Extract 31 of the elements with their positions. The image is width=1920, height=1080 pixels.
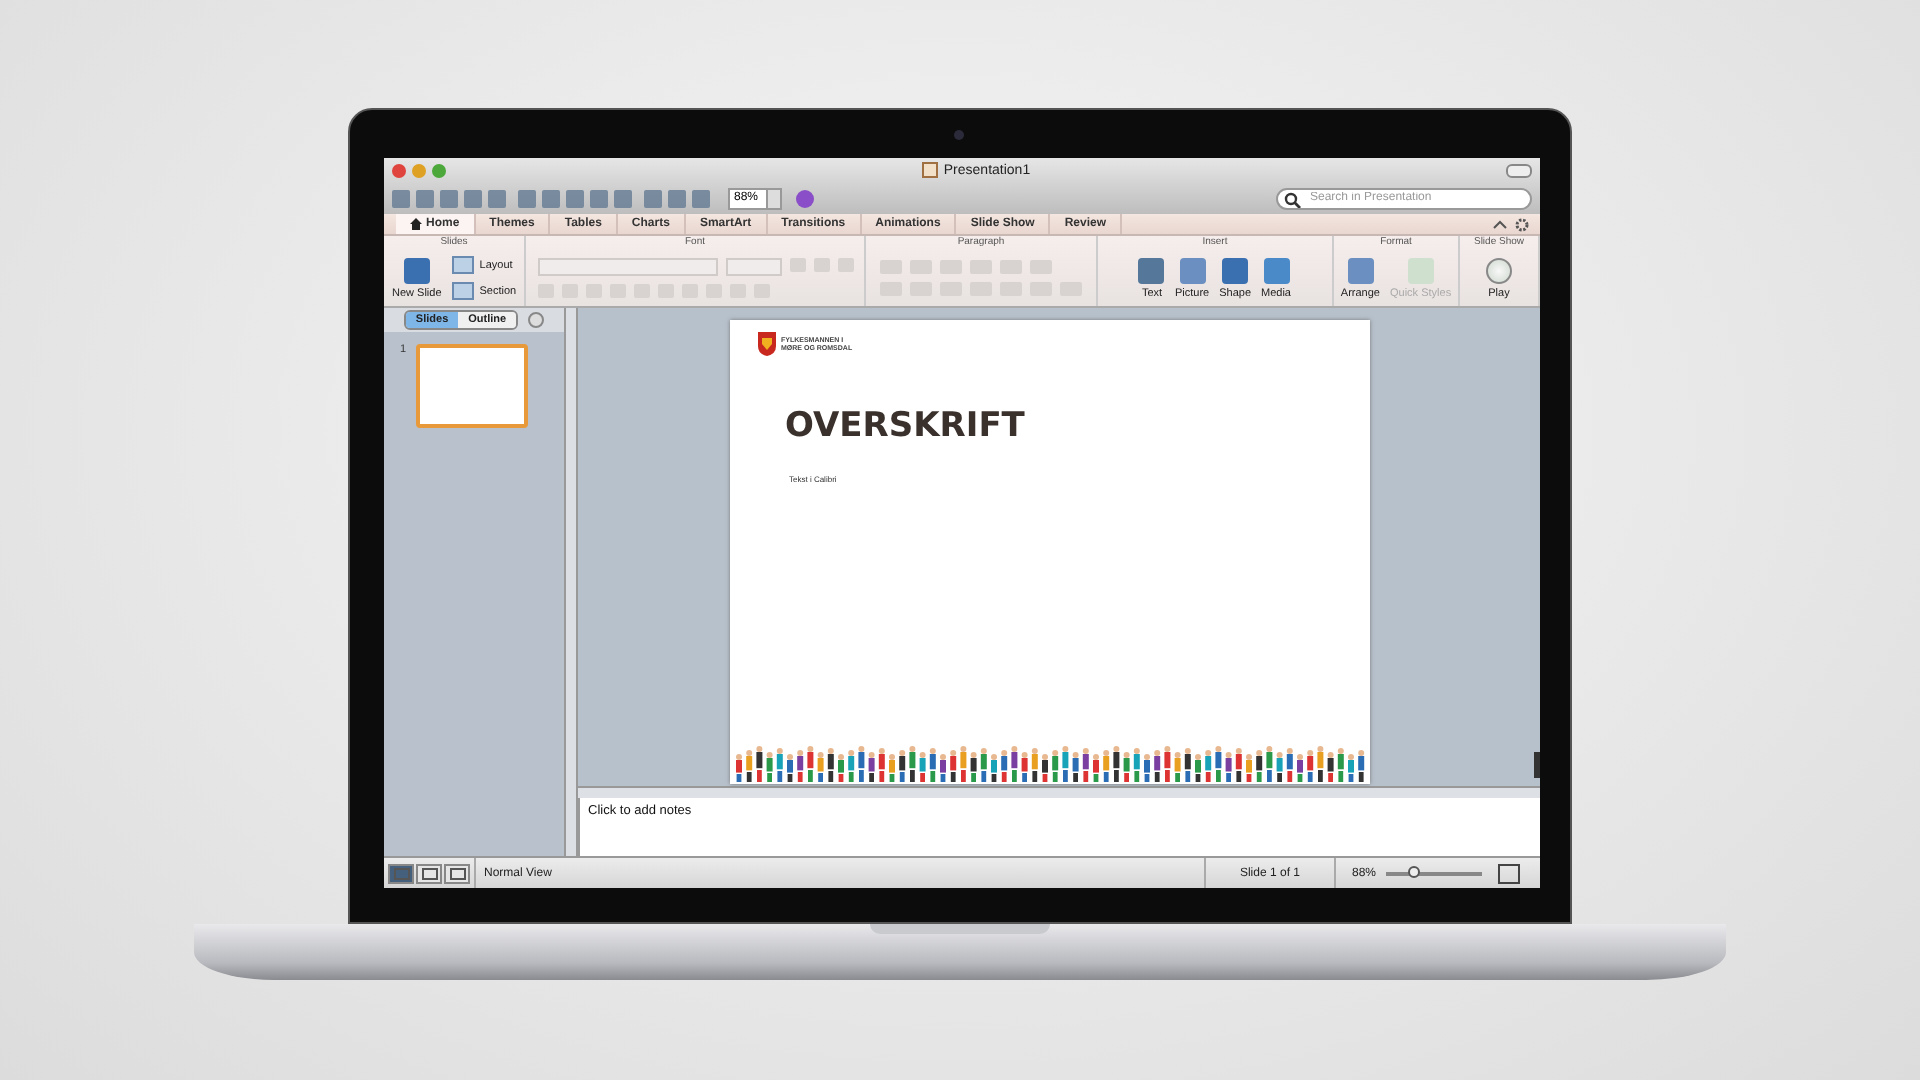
ribbon-button-icon [1263, 257, 1289, 283]
ribbon-button-icon [1222, 257, 1249, 283]
close-pane-icon[interactable] [528, 312, 545, 328]
ribbon-button-icon [403, 257, 430, 283]
ribbon-button-icon [1347, 257, 1374, 283]
zoom-slider-thumb[interactable] [1408, 865, 1421, 877]
ribbon-button-icon [1179, 257, 1206, 283]
layout-icon [451, 256, 474, 274]
view-button[interactable] [444, 863, 470, 883]
layout-icon [451, 282, 474, 300]
slide-title: OVERSKRIFT [785, 406, 1027, 446]
document-icon [921, 162, 938, 178]
home-icon [410, 218, 422, 230]
pane-splitter[interactable] [564, 308, 578, 856]
play-icon [1486, 257, 1512, 283]
slide-thumbnail[interactable] [416, 344, 529, 428]
ribbon-options-icon[interactable] [1492, 217, 1532, 231]
ribbon-button-icon [1407, 257, 1434, 283]
view-button[interactable] [416, 863, 442, 883]
camera-icon [954, 130, 964, 140]
close-icon[interactable] [392, 163, 406, 177]
minimize-icon[interactable] [412, 163, 426, 177]
maximize-icon[interactable] [432, 163, 446, 177]
help-icon[interactable] [796, 189, 814, 207]
fit-to-window-icon[interactable] [1498, 863, 1520, 883]
toolbar-toggle-icon[interactable] [1506, 163, 1532, 177]
search-icon [1284, 191, 1302, 207]
view-button[interactable] [388, 863, 414, 883]
notes-splitter[interactable] [578, 786, 1540, 798]
crest-icon [757, 332, 775, 356]
ribbon-button-icon [1138, 257, 1165, 283]
